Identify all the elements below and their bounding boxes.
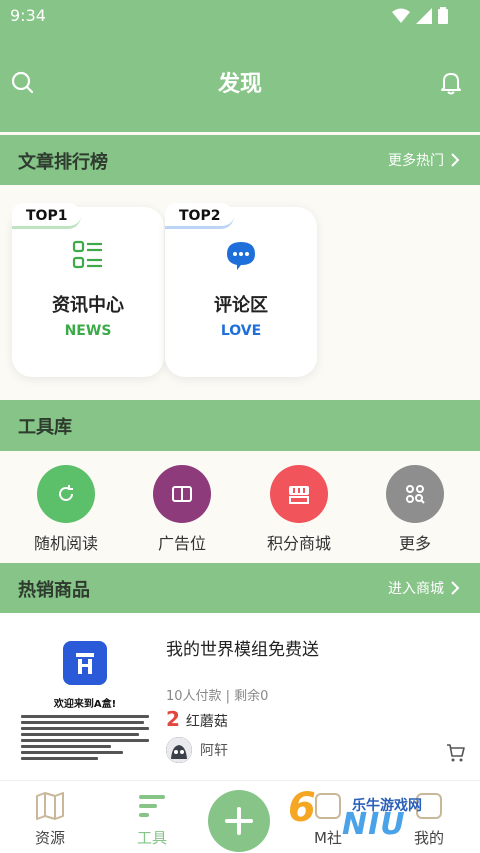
price-value: 2 [166,707,180,731]
product-title: 我的世界模组免费送 [166,640,319,660]
rank-card-comments[interactable]: TOP2 评论区 LOVE [165,203,317,377]
refresh-icon [59,485,73,501]
rank-card-name: 评论区 [214,295,268,316]
nav-label: 工具 [136,829,167,847]
thumbnail-title: 欢迎来到A盒! [53,699,117,710]
rank-section-header: 文章排行榜 更多热门 [0,135,480,185]
product-price: 2 红蘑菇 [166,707,228,731]
tool-icon-circle [37,465,95,523]
tool-more[interactable]: 更多 [367,465,463,554]
hot-section-header: 热销商品 进入商城 [0,563,480,613]
list-icon [72,240,102,269]
cart-icon [447,744,465,762]
bottom-nav: 资源 工具 M社 我的 6 NIU 乐牛游戏网 [0,780,480,853]
nav-label: 资源 [34,829,65,847]
tool-label: 更多 [398,534,431,553]
seller-name: 阿轩 [200,743,228,759]
rank-card-sub: LOVE [220,323,262,339]
page-title: 发现 [217,72,262,97]
watermark-logo-icon: 6 [288,785,316,831]
price-unit: 红蘑菇 [185,714,228,730]
plus-icon [225,807,253,835]
tool-label: 广告位 [157,534,206,553]
enter-mall-label: 进入商城 [388,581,444,597]
enter-mall-link[interactable]: 进入商城 [388,578,460,598]
bell-icon [441,73,461,95]
tool-random-read[interactable]: 随机阅读 [18,465,114,554]
product-thumbnail: 欢迎来到A盒! [15,631,155,771]
tool-label: 积分商城 [266,534,331,553]
rank-area: TOP1 资讯中心 NEWS TOP2 评论区 LOVE [0,185,480,400]
rank-badge: TOP2 [165,203,235,229]
more-hot-link[interactable]: 更多热门 [388,150,460,170]
rank-card-name: 资讯中心 [52,295,124,316]
watermark-text: 乐牛游戏网 [352,798,422,814]
tool-icon-circle [153,465,211,523]
rank-section-title: 文章排行榜 [18,152,108,173]
chat-bubble-icon [227,242,255,270]
tools-area: 随机阅读 广告位 积分商城 更多 [0,451,480,563]
seller-info[interactable]: 阿轩 [166,737,228,763]
rank-card-sub: NEWS [64,323,112,339]
grid-search-icon [406,485,425,504]
status-time: 9:34 [10,6,46,25]
wifi-icon [392,8,410,23]
app-header: 发现 [0,32,480,132]
chevron-right-icon [451,153,460,167]
rank-badge: TOP1 [12,203,82,229]
more-hot-label: 更多热门 [388,153,444,169]
add-to-cart-button[interactable] [446,743,466,763]
tools-section-title: 工具库 [18,417,72,438]
tool-icon-circle [386,465,444,523]
tools-icon [135,789,169,823]
hot-section-title: 热销商品 [18,580,90,601]
avatar [166,737,192,763]
thumbnail-text-block [21,715,149,763]
chevron-right-icon [451,581,460,595]
product-meta: 10人付款 | 剩余0 [166,689,269,704]
battery-icon [438,7,448,24]
tools-section-header: 工具库 [0,400,480,451]
map-icon [33,789,67,823]
tool-points-mall[interactable]: 积分商城 [251,465,347,554]
add-button[interactable] [208,790,270,852]
nav-tools[interactable]: 工具 [104,789,200,848]
notification-button[interactable] [438,70,464,96]
product-card[interactable]: 欢迎来到A盒! 我的世界模组免费送 10人付款 | 剩余0 2 红蘑菇 阿轩 [0,613,480,780]
signal-icon [416,7,432,24]
nav-resources[interactable]: 资源 [2,789,98,848]
book-icon [172,486,192,502]
app-logo-icon [63,641,107,685]
tool-icon-circle [270,465,328,523]
status-bar: 9:34 [0,0,480,32]
tool-ads[interactable]: 广告位 [134,465,230,554]
tool-label: 随机阅读 [33,534,98,553]
shop-icon [289,486,309,504]
status-icons [392,7,448,24]
rank-card-news[interactable]: TOP1 资讯中心 NEWS [12,203,164,377]
watermark: 6 NIU 乐牛游戏网 [286,781,456,851]
